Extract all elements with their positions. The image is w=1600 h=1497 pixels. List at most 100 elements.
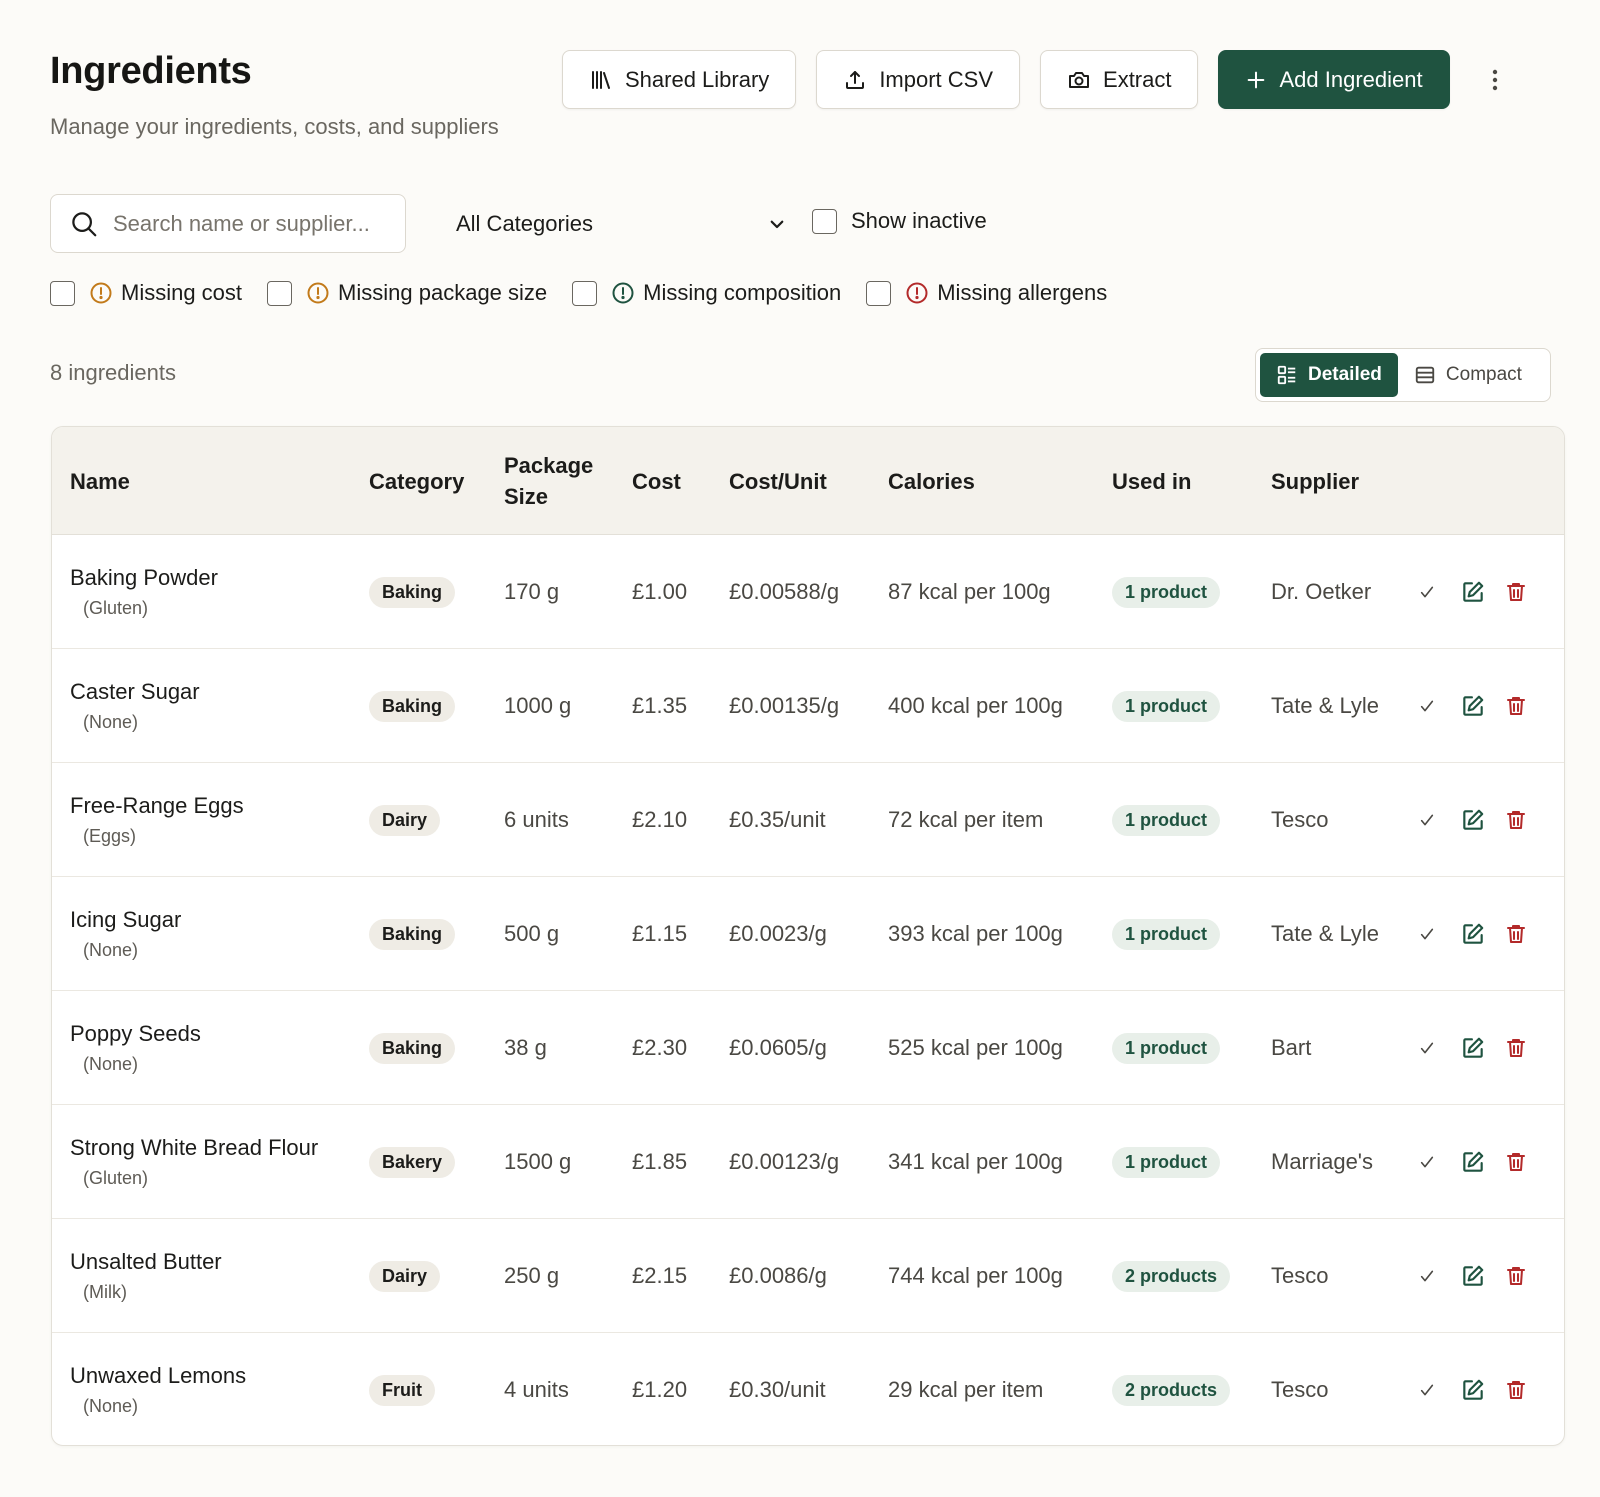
cell-category: Fruit xyxy=(369,1333,435,1445)
used-in-badge[interactable]: 2 products xyxy=(1112,1374,1231,1406)
check-icon[interactable] xyxy=(1410,926,1444,942)
check-icon[interactable] xyxy=(1410,812,1444,828)
cell-category: Bakery xyxy=(369,1105,456,1219)
category-select[interactable]: All Categories xyxy=(456,204,786,244)
edit-icon[interactable] xyxy=(1450,1263,1496,1289)
cell-name: Baking Powder (Gluten) xyxy=(70,535,218,649)
cell-used-in: 1 product xyxy=(1112,877,1221,991)
ingredient-name: Baking Powder xyxy=(70,565,218,590)
shared-library-button[interactable]: Shared Library xyxy=(562,50,797,109)
cell-cost: £1.35 xyxy=(632,693,688,718)
used-in-badge[interactable]: 1 product xyxy=(1112,1032,1221,1064)
cell-name: Unwaxed Lemons (None) xyxy=(70,1333,246,1445)
more-options-button[interactable] xyxy=(1480,50,1510,109)
missing-package-size-checkbox[interactable] xyxy=(267,280,293,306)
cell-supplier: Tesco xyxy=(1271,1263,1329,1288)
edit-icon[interactable] xyxy=(1450,693,1496,719)
search-icon xyxy=(69,209,99,239)
missing-cost-label: Missing cost xyxy=(121,280,243,305)
header-name[interactable]: Name xyxy=(70,427,130,535)
detailed-view-button[interactable]: Detailed xyxy=(1260,353,1398,397)
edit-icon[interactable] xyxy=(1450,1035,1496,1061)
ingredient-allergen: (None) xyxy=(83,1396,139,1416)
header-cost[interactable]: Cost xyxy=(632,427,681,535)
plus-icon xyxy=(1245,69,1267,91)
table-row[interactable]: Baking Powder (Gluten) Baking 170 g £1.0… xyxy=(52,535,1564,649)
table-row[interactable]: Free-Range Eggs (Eggs) Dairy 6 units £2.… xyxy=(52,763,1564,877)
edit-icon[interactable] xyxy=(1450,1149,1496,1175)
table-row[interactable]: Strong White Bread Flour (Gluten) Bakery… xyxy=(52,1105,1564,1219)
trash-icon[interactable] xyxy=(1496,694,1536,718)
header-cost-unit[interactable]: Cost/Unit xyxy=(729,427,827,535)
cell-package-size: 4 units xyxy=(504,1377,569,1402)
compact-view-button[interactable]: Compact xyxy=(1398,353,1538,397)
trash-icon[interactable] xyxy=(1496,922,1536,946)
edit-icon[interactable] xyxy=(1450,1377,1496,1403)
cell-cost-unit: £0.0086/g xyxy=(729,1263,827,1288)
check-icon[interactable] xyxy=(1410,1154,1444,1170)
table-row[interactable]: Unwaxed Lemons (None) Fruit 4 units £1.2… xyxy=(52,1333,1564,1445)
category-badge: Baking xyxy=(369,690,456,722)
edit-icon[interactable] xyxy=(1450,921,1496,947)
ingredient-allergen: (Eggs) xyxy=(83,826,137,846)
table-body: Baking Powder (Gluten) Baking 170 g £1.0… xyxy=(52,535,1564,1445)
used-in-badge[interactable]: 2 products xyxy=(1112,1260,1231,1292)
cell-calories: 341 kcal per 100g xyxy=(888,1149,1063,1174)
header-used-in[interactable]: Used in xyxy=(1112,427,1191,535)
missing-cost-checkbox[interactable] xyxy=(50,280,75,306)
cell-category: Dairy xyxy=(369,763,441,877)
compact-view-label: Compact xyxy=(1445,364,1522,385)
category-badge: Dairy xyxy=(369,804,441,836)
missing-composition-filter: Missing composition xyxy=(572,280,841,306)
trash-icon[interactable] xyxy=(1496,808,1536,832)
check-icon[interactable] xyxy=(1410,698,1444,714)
table-row[interactable]: Caster Sugar (None) Baking 1000 g £1.35 … xyxy=(52,649,1564,763)
cell-actions xyxy=(1410,1219,1536,1333)
header-category[interactable]: Category xyxy=(369,427,464,535)
cell-actions xyxy=(1410,877,1536,991)
shared-library-label: Shared Library xyxy=(625,66,770,92)
missing-allergens-checkbox[interactable] xyxy=(866,280,892,306)
alert-circle-icon xyxy=(611,281,635,305)
cell-package-size: 1500 g xyxy=(504,1149,572,1174)
used-in-badge[interactable]: 1 product xyxy=(1112,918,1221,950)
trash-icon[interactable] xyxy=(1496,1264,1536,1288)
add-ingredient-button[interactable]: Add Ingredient xyxy=(1218,50,1450,109)
header-package-size[interactable]: Package Size xyxy=(504,427,593,535)
check-icon[interactable] xyxy=(1410,1382,1444,1398)
category-badge: Bakery xyxy=(369,1146,456,1178)
trash-icon[interactable] xyxy=(1496,1036,1536,1060)
category-badge: Baking xyxy=(369,918,456,950)
search-input[interactable] xyxy=(113,210,393,237)
more-vertical-icon xyxy=(1492,69,1498,91)
cell-name: Poppy Seeds (None) xyxy=(70,991,201,1105)
edit-icon[interactable] xyxy=(1450,807,1496,833)
trash-icon[interactable] xyxy=(1496,580,1536,604)
extract-button[interactable]: Extract xyxy=(1040,50,1199,109)
check-icon[interactable] xyxy=(1410,1268,1444,1284)
cell-used-in: 1 product xyxy=(1112,1105,1221,1219)
cell-package-size: 170 g xyxy=(504,579,560,604)
used-in-badge[interactable]: 1 product xyxy=(1112,804,1221,836)
show-inactive-checkbox[interactable] xyxy=(812,208,837,234)
trash-icon[interactable] xyxy=(1496,1378,1536,1402)
used-in-badge[interactable]: 1 product xyxy=(1112,690,1221,722)
table-row[interactable]: Unsalted Butter (Milk) Dairy 250 g £2.15… xyxy=(52,1219,1564,1333)
cell-name: Free-Range Eggs (Eggs) xyxy=(70,763,244,877)
header-supplier[interactable]: Supplier xyxy=(1271,427,1359,535)
ingredient-allergen: (None) xyxy=(83,1054,139,1074)
edit-icon[interactable] xyxy=(1450,579,1496,605)
check-icon[interactable] xyxy=(1410,1040,1444,1056)
missing-composition-checkbox[interactable] xyxy=(572,280,598,306)
header-calories[interactable]: Calories xyxy=(888,427,975,535)
table-row[interactable]: Poppy Seeds (None) Baking 38 g £2.30 £0.… xyxy=(52,991,1564,1105)
table-row[interactable]: Icing Sugar (None) Baking 500 g £1.15 £0… xyxy=(52,877,1564,991)
import-csv-button[interactable]: Import CSV xyxy=(816,50,1021,109)
used-in-badge[interactable]: 1 product xyxy=(1112,1146,1221,1178)
header-package-size-line1: Package xyxy=(504,453,594,478)
used-in-badge[interactable]: 1 product xyxy=(1112,576,1221,608)
cell-supplier: Bart xyxy=(1271,1035,1312,1060)
trash-icon[interactable] xyxy=(1496,1150,1536,1174)
check-icon[interactable] xyxy=(1410,584,1444,600)
cell-used-in: 1 product xyxy=(1112,763,1221,877)
